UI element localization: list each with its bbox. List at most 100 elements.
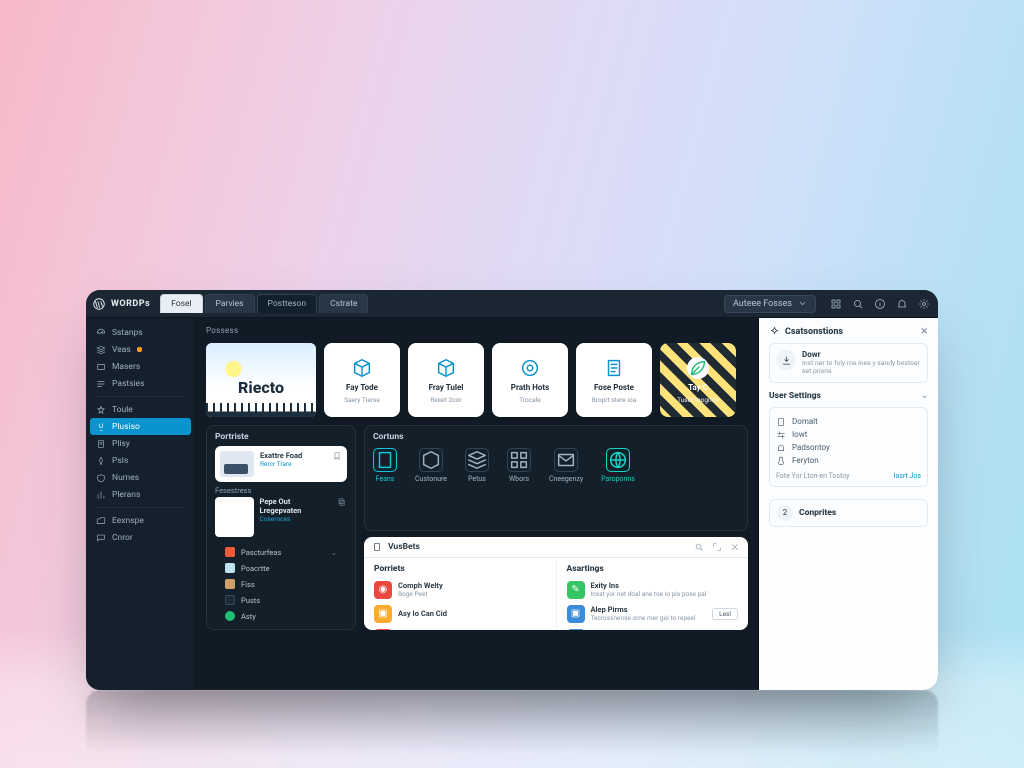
sidebar-item-11[interactable]: Cnror	[86, 529, 195, 546]
tool-3[interactable]: Wbors	[507, 448, 531, 483]
list-item[interactable]: ▶Feoy I PailtRecrntand fall ir fow beil	[374, 626, 546, 631]
setting-1[interactable]: Iowt	[776, 430, 921, 440]
sidebar-item-1[interactable]: Veas	[86, 341, 195, 358]
inspector-title: Csatsonstions	[785, 327, 843, 337]
tab-0[interactable]: Fosel	[160, 294, 202, 313]
list-item[interactable]: ▣Asy Io Can Cid	[374, 602, 546, 626]
second-sub: Cosernces	[260, 515, 332, 523]
list-item[interactable]: ✎Exity InsInsst yor net doal ane toe io …	[567, 578, 739, 602]
card-sub: Saery Tierse	[344, 396, 380, 404]
inner-body: Porriets ◉Comph WeltyBoge Peet ▣Asy Io C…	[364, 558, 748, 631]
list-item[interactable]: ▣Alep PirmsTecrossnense ome mer goi to r…	[567, 602, 739, 626]
sidebar-item-6[interactable]: Plisy	[86, 435, 195, 452]
tab-3[interactable]: Cstrate	[319, 294, 368, 313]
tools-panel: Cortuns Feans Custonure Petus Wbors Cnee…	[364, 425, 748, 531]
card-2[interactable]: Prath Hots Trocale	[492, 343, 568, 417]
sidebar-item-3[interactable]: Pastsies	[86, 375, 195, 392]
inspector-pill[interactable]: 2 Conprites	[769, 499, 928, 527]
list-item[interactable]: ◉Comph WeltyBoge Peet	[374, 578, 546, 602]
setting-2[interactable]: Padsontoy	[776, 443, 921, 453]
left-heading: Porriets	[374, 564, 546, 574]
tool-2[interactable]: Petus	[465, 448, 489, 483]
card-4[interactable]: Tay C Tuset toognon	[660, 343, 736, 417]
search-icon[interactable]	[852, 298, 864, 310]
sidebar-item-5[interactable]: Plusiso	[90, 418, 191, 435]
sidebar-item-4[interactable]: Toule	[86, 401, 195, 418]
inspector: Csatsonstions ✕ Dowr Inst ner to foly me…	[758, 318, 938, 690]
close-icon[interactable]: ✕	[920, 327, 928, 337]
item-title: Comph Welty	[398, 581, 443, 590]
sidebar-item-2[interactable]: Masers	[86, 358, 195, 375]
info-icon[interactable]	[874, 298, 886, 310]
tool-4[interactable]: Cneegenzy	[549, 448, 583, 483]
foot-link[interactable]: Iasrt Jos	[894, 472, 921, 480]
tool-1[interactable]: Custonure	[415, 448, 447, 483]
card-0[interactable]: Fay Tode Saery Tierse	[324, 343, 400, 417]
category-label: Pascturfeas	[241, 548, 281, 557]
card-title: Tay C	[688, 383, 708, 392]
card-1[interactable]: Fray Tulel Reset 2oor	[408, 343, 484, 417]
bookmark-icon[interactable]	[332, 451, 342, 461]
sidebar-separator	[94, 507, 187, 508]
tab-2[interactable]: Postteson	[257, 294, 318, 313]
tool-label: Custonure	[415, 475, 447, 483]
copy-icon[interactable]	[337, 497, 347, 507]
hero-title: Riecto	[206, 378, 316, 397]
bell-icon[interactable]	[896, 298, 908, 310]
right-heading: Asartings	[567, 564, 739, 574]
card-3[interactable]: Fose Poste Broprt stere ioa	[576, 343, 652, 417]
setting-3[interactable]: Feryton	[776, 456, 921, 466]
inspector-header: Csatsonstions ✕	[769, 326, 928, 337]
search-icon[interactable]	[694, 542, 704, 552]
middle-row: Portriste Exattre Foad Rercr Trare Feses…	[206, 425, 748, 630]
sidebar-item-label: Plusiso	[112, 422, 140, 432]
setting-0[interactable]: Domalt	[776, 417, 921, 427]
tools-heading: Cortuns	[373, 432, 739, 442]
mini-sub: Rercr Trare	[260, 460, 302, 468]
doc-icon	[373, 448, 397, 472]
grid-icon	[507, 448, 531, 472]
category-1[interactable]: Poacrtte	[223, 561, 339, 575]
preview-thumb	[215, 497, 254, 537]
tool-0[interactable]: Feans	[373, 448, 397, 483]
item-title: Feoy I Pailt	[398, 629, 468, 630]
leaf-icon	[687, 357, 709, 379]
hero-card[interactable]: Riecto	[206, 343, 316, 417]
category-0[interactable]: Pascturfeas ⌄	[223, 545, 339, 559]
gear-icon[interactable]	[918, 298, 930, 310]
sidebar-item-label: Cnror	[112, 533, 133, 543]
close-icon[interactable]	[730, 542, 740, 552]
list-item[interactable]: ▣Vhre TutesLhel	[567, 626, 739, 631]
sidebar-item-9[interactable]: Plerans	[86, 486, 195, 503]
card-sub: Broprt stere ioa	[592, 396, 637, 404]
category-label: Poacrtte	[241, 564, 270, 573]
sidebar-item-8[interactable]: Numes	[86, 469, 195, 486]
action-button[interactable]: Lesl	[712, 608, 738, 620]
chevron-down-icon: ⌄	[331, 548, 337, 557]
grid-icon[interactable]	[830, 298, 842, 310]
sidebar-item-7[interactable]: Psls	[86, 452, 195, 469]
sidebar-item-10[interactable]: Eexnspe	[86, 512, 195, 529]
second-title: Pepe Out Lregepvaten	[260, 497, 332, 515]
top-dropdown[interactable]: Auteee Fosses	[724, 295, 816, 313]
primary-title: Dowr	[802, 350, 921, 359]
user-settings-heading[interactable]: User Settings ⌄	[769, 391, 928, 401]
brand-logo-icon	[92, 297, 106, 311]
category-3[interactable]: Pusts	[223, 593, 339, 607]
tab-1[interactable]: Parvies	[205, 294, 255, 313]
tool-5[interactable]: Paroponns	[601, 448, 635, 483]
pin-icon: ◉	[374, 581, 392, 599]
item-title: Alep Pirms	[591, 605, 707, 614]
portrait-mini[interactable]: Exattre Foad Rercr Trare	[215, 446, 347, 482]
swatch-icon	[225, 563, 235, 573]
portraits-heading: Portriste	[215, 432, 347, 442]
category-2[interactable]: Fiss	[223, 577, 339, 591]
primary-desc: Inst ner to foly me ines y sandy bestoer…	[802, 359, 921, 376]
swatch-icon	[225, 611, 235, 621]
category-4[interactable]: Asty	[223, 609, 339, 623]
sidebar-item-0[interactable]: Sstanps	[86, 324, 195, 341]
top-tabs: Fosel Parvies Postteson Cstrate	[160, 294, 370, 313]
sidebar-item-label: Toule	[112, 405, 133, 415]
expand-icon[interactable]	[712, 542, 722, 552]
inner-col-right: Asartings ✎Exity InsInsst yor net doal a…	[556, 558, 749, 631]
